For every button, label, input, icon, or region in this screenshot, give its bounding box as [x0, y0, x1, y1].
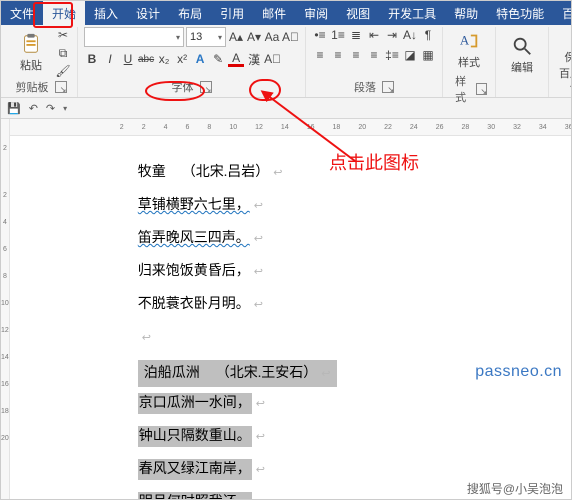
font-group-label: 字体: [172, 79, 194, 95]
group-font: ▾ 13 ▾ A▴ A▾ Aa A⃠ B I U abc x₂ x² A ✎ A: [78, 27, 306, 97]
tab-dev[interactable]: 开发工具: [379, 1, 445, 25]
styles-icon: A: [458, 30, 480, 52]
increase-indent-button[interactable]: ⇥: [384, 27, 400, 43]
strike-button[interactable]: abc: [138, 51, 154, 67]
watermark-credit: 搜狐号@小吴泡泡: [467, 480, 563, 497]
highlight-button[interactable]: ✎: [210, 51, 226, 67]
tab-view[interactable]: 视图: [337, 1, 379, 25]
phonetic-button[interactable]: 漢: [246, 51, 262, 67]
group-clipboard: 粘贴 ✂ ⧉ 🖌 剪贴板: [5, 27, 78, 97]
format-painter-button[interactable]: 🖌: [55, 63, 71, 79]
show-marks-button[interactable]: ¶: [420, 27, 436, 43]
underline-button[interactable]: U: [120, 51, 136, 67]
tab-mail[interactable]: 邮件: [253, 1, 295, 25]
paragraph-dialog-launcher[interactable]: [382, 81, 394, 93]
poem1-line: 草铺横野六七里，↩: [138, 195, 572, 216]
watermark-site: passneo.cn: [475, 360, 562, 384]
group-paragraph: •≡ 1≡ ≣ ⇤ ⇥ A↓ ¶ ≡ ≡ ≡ ≡ ‡≡ ◪ ▦: [306, 27, 443, 97]
grow-font-button[interactable]: A▴: [228, 29, 244, 45]
annotation-text: 点击此图标: [329, 149, 419, 175]
sort-button[interactable]: A↓: [402, 27, 418, 43]
editing-label: 编辑: [511, 59, 533, 75]
qat-customize-icon[interactable]: ▾: [63, 104, 67, 113]
subscript-button[interactable]: x₂: [156, 51, 172, 67]
tab-insert[interactable]: 插入: [85, 1, 127, 25]
qat-redo-icon[interactable]: ↷: [46, 102, 55, 115]
font-size-combo[interactable]: 13 ▾: [186, 27, 226, 47]
poem1-line: 不脱蓑衣卧月明。↩: [138, 294, 572, 315]
align-center-button[interactable]: ≡: [330, 47, 346, 63]
font-size-value: 13: [190, 31, 202, 43]
char-border-button[interactable]: A⃞: [264, 51, 281, 67]
tab-home[interactable]: 开始: [43, 1, 85, 25]
multilevel-button[interactable]: ≣: [348, 27, 364, 43]
shading-button[interactable]: ◪: [402, 47, 418, 63]
clipboard-group-label: 剪贴板: [16, 79, 49, 95]
text-effect-button[interactable]: A: [192, 51, 208, 67]
borders-button[interactable]: ▦: [420, 47, 436, 63]
decrease-indent-button[interactable]: ⇤: [366, 27, 382, 43]
document-area: 22468101214161820 2246810121416182022242…: [1, 119, 571, 500]
group-styles: A 样式 样式: [443, 27, 496, 97]
tab-netdisk[interactable]: 百度网盘: [553, 1, 572, 25]
superscript-button[interactable]: x²: [174, 51, 190, 67]
bold-button[interactable]: B: [84, 51, 100, 67]
styles-dialog-launcher[interactable]: [476, 83, 487, 95]
justify-button[interactable]: ≡: [366, 47, 382, 63]
tab-layout[interactable]: 布局: [169, 1, 211, 25]
cut-button[interactable]: ✂: [55, 27, 71, 43]
baidu-save-label1: 保存到: [565, 49, 572, 65]
tab-design[interactable]: 设计: [127, 1, 169, 25]
styles-gallery-button[interactable]: A 样式: [449, 22, 489, 78]
poem2-line: 京口瓜洲一水间，↩: [138, 393, 572, 414]
vertical-ruler[interactable]: 22468101214161820: [1, 119, 10, 500]
tab-special[interactable]: 特色功能: [487, 1, 553, 25]
save-to-netdisk-button[interactable]: 保存到 百度网盘: [555, 25, 572, 81]
svg-text:A: A: [460, 34, 470, 48]
horizontal-ruler[interactable]: 2246810121416182022242628303234363840: [10, 119, 572, 136]
clipboard-icon: [20, 33, 42, 55]
search-icon: [511, 35, 533, 57]
chevron-down-icon: ▾: [176, 33, 180, 42]
group-editing: 编辑: [496, 27, 549, 97]
clear-format-button[interactable]: A⃠: [282, 29, 299, 45]
styles-group-label: 样式: [451, 73, 470, 105]
change-case-button[interactable]: Aa: [264, 29, 280, 45]
line-spacing-button[interactable]: ‡≡: [384, 47, 400, 63]
align-left-button[interactable]: ≡: [312, 47, 328, 63]
clipboard-dialog-launcher[interactable]: [55, 81, 67, 93]
font-name-combo[interactable]: ▾: [84, 27, 184, 47]
shrink-font-button[interactable]: A▾: [246, 29, 262, 45]
numbering-button[interactable]: 1≡: [330, 27, 346, 43]
qat-save-icon[interactable]: 💾: [7, 102, 21, 115]
document-page[interactable]: 牧童（北宋.吕岩）↩ 草铺横野六七里，↩ 笛弄晚风三四声。↩ 归来饱饭黄昏后，↩…: [10, 136, 572, 500]
ribbon: 粘贴 ✂ ⧉ 🖌 剪贴板 ▾ 13 ▾ A▴ A▾ Aa A⃠: [1, 25, 571, 98]
bullets-button[interactable]: •≡: [312, 27, 328, 43]
qat-undo-icon[interactable]: ↶: [29, 102, 38, 115]
font-color-button[interactable]: A: [228, 51, 244, 67]
styles-label: 样式: [458, 54, 480, 70]
poem2-line: 钟山只隔数重山。↩: [138, 426, 572, 447]
editing-button[interactable]: 编辑: [502, 27, 542, 83]
poem1-line: 归来饱饭黄昏后，↩: [138, 261, 572, 282]
copy-button[interactable]: ⧉: [55, 45, 71, 61]
poem2-title-selected: 泊船瓜洲（北宋.王安石）↩: [138, 360, 337, 387]
paragraph-group-label: 段落: [354, 79, 376, 95]
align-right-button[interactable]: ≡: [348, 47, 364, 63]
italic-button[interactable]: I: [102, 51, 118, 67]
chevron-down-icon: ▾: [218, 33, 222, 42]
group-baidu: 保存到 百度网盘 保存: [549, 27, 572, 97]
paste-label: 粘贴: [20, 57, 42, 73]
tab-review[interactable]: 审阅: [295, 1, 337, 25]
paste-button[interactable]: 粘贴: [11, 25, 51, 81]
tab-references[interactable]: 引用: [211, 1, 253, 25]
poem2-line: 春风又绿江南岸，↩: [138, 459, 572, 480]
blank-line: ↩: [138, 327, 572, 348]
tab-file[interactable]: 文件: [1, 1, 43, 25]
font-dialog-launcher[interactable]: [200, 81, 212, 93]
poem1-line: 笛弄晚风三四声。↩: [138, 228, 572, 249]
